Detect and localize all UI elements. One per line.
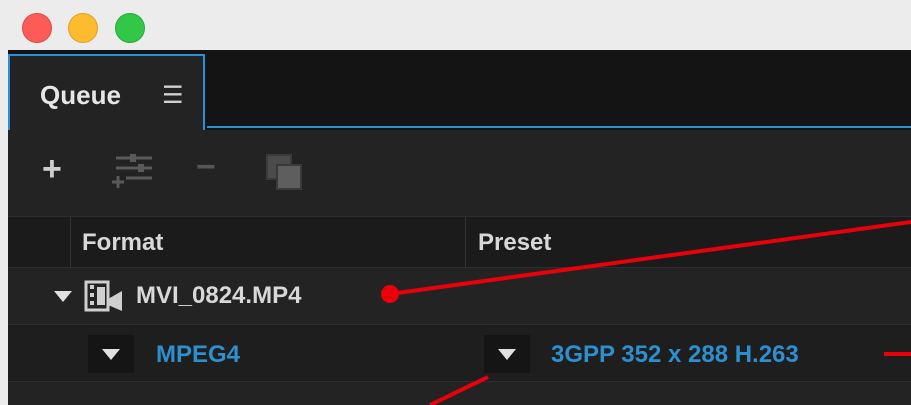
queue-toolbar: + − [8, 130, 911, 216]
video-file-icon [84, 279, 124, 313]
window-titlebar [0, 0, 911, 50]
tab-queue-label: Queue [40, 80, 121, 110]
close-window-button[interactable] [22, 13, 52, 43]
zoom-window-button[interactable] [115, 13, 145, 43]
tab-bar-accent-line [207, 126, 911, 128]
column-preset-label: Preset [478, 229, 552, 256]
column-header-preset[interactable]: Preset [466, 217, 911, 267]
queue-panel: Queue ☰ + − Format Preset MVI_0824.MP4 M… [8, 50, 911, 405]
expand-triangle-icon[interactable] [54, 291, 72, 302]
queue-empty-row [8, 381, 911, 405]
queue-source-row[interactable]: MVI_0824.MP4 [8, 268, 911, 324]
panel-menu-icon[interactable]: ☰ [162, 81, 184, 110]
chevron-down-icon [102, 349, 120, 360]
format-dropdown-button[interactable] [88, 335, 134, 373]
format-link[interactable]: MPEG4 [156, 341, 240, 369]
output-settings-icon[interactable] [112, 152, 156, 192]
column-spacer [8, 217, 71, 267]
queue-output-row[interactable]: MPEG4 3GPP 352 x 288 H.263 [8, 324, 911, 381]
plus-icon[interactable]: + [42, 152, 62, 186]
queue-column-header: Format Preset [8, 216, 911, 268]
duplicate-icon[interactable] [264, 152, 304, 192]
preset-link[interactable]: 3GPP 352 x 288 H.263 [551, 341, 799, 369]
minimize-window-button[interactable] [68, 13, 98, 43]
preset-dropdown-button[interactable] [484, 335, 530, 373]
column-header-format[interactable]: Format [70, 217, 466, 267]
chevron-down-icon [498, 349, 516, 360]
column-format-label: Format [82, 229, 164, 256]
tab-queue[interactable]: Queue ☰ [8, 54, 205, 130]
minus-icon[interactable]: − [196, 150, 216, 184]
source-file-name: MVI_0824.MP4 [136, 282, 302, 309]
